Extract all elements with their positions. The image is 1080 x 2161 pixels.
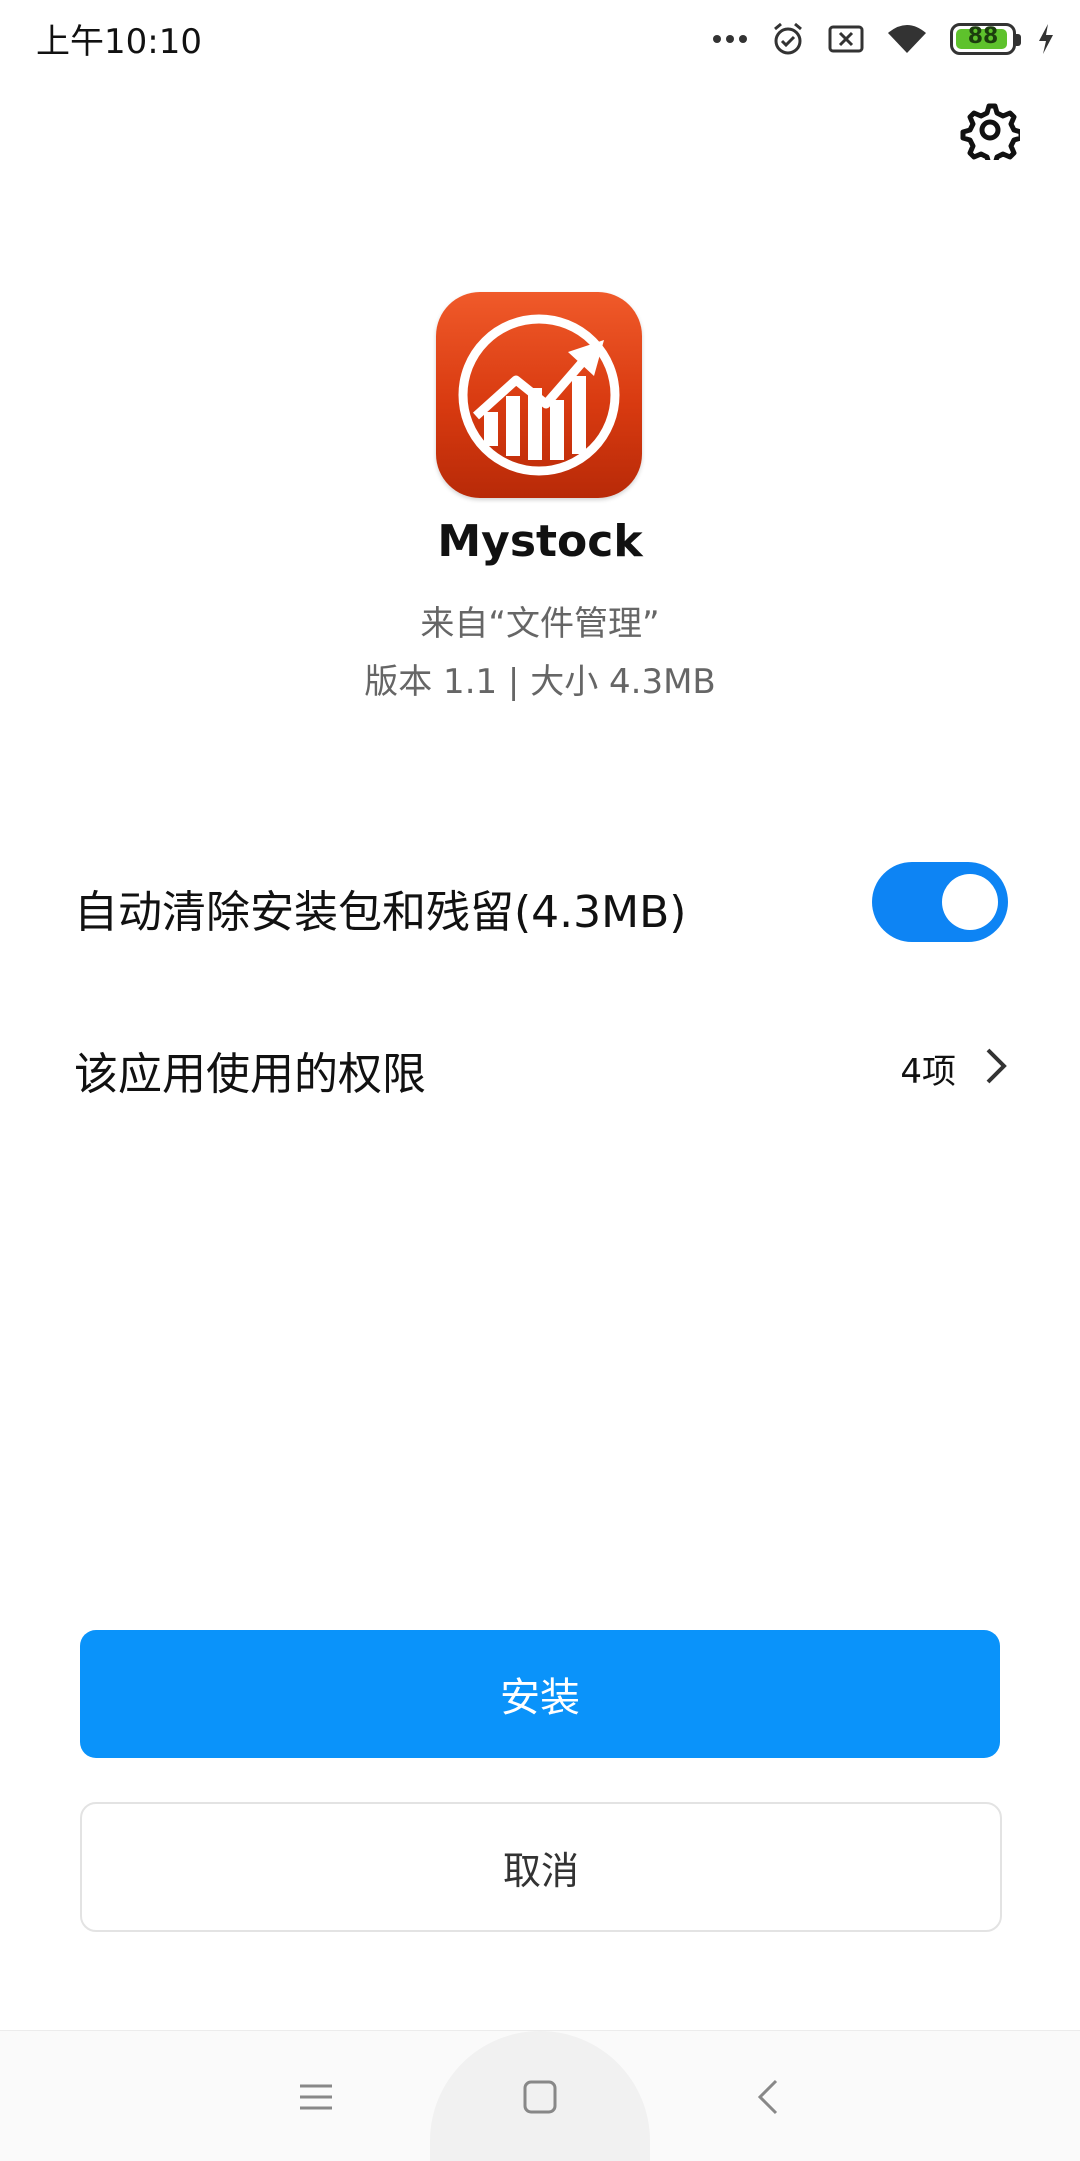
- sim-off-icon: [828, 24, 864, 54]
- battery-level: 88: [967, 24, 999, 49]
- battery-icon: 88: [950, 23, 1021, 55]
- auto-clean-label: 自动清除安装包和残留(4.3MB): [74, 887, 687, 938]
- wifi-icon: [886, 23, 928, 55]
- status-time: 上午10:10: [36, 22, 202, 62]
- home-icon[interactable]: [510, 2067, 570, 2127]
- alarm-icon: [770, 21, 806, 57]
- menu-icon[interactable]: [286, 2067, 346, 2127]
- chevron-right-icon: [984, 1046, 1008, 1090]
- more-dots-icon: [712, 32, 748, 46]
- stock-chart-icon: [458, 314, 620, 476]
- status-icons: 88: [712, 14, 1054, 64]
- cancel-button[interactable]: 取消: [80, 1802, 1002, 1932]
- install-button[interactable]: 安装: [80, 1630, 1000, 1758]
- toggle-knob: [942, 874, 998, 930]
- app-icon: [436, 292, 642, 498]
- app-source: 来自“文件管理”: [420, 604, 660, 644]
- app-name: Mystock: [437, 516, 643, 567]
- auto-clean-row[interactable]: 自动清除安装包和残留(4.3MB): [74, 862, 1008, 944]
- status-bar: 上午10:10 88: [0, 0, 1080, 76]
- auto-clean-toggle[interactable]: [872, 862, 1008, 942]
- navigation-bar: [0, 2030, 1080, 2161]
- permissions-row[interactable]: 该应用使用的权限 4项: [74, 1030, 1008, 1100]
- back-icon[interactable]: [738, 2067, 798, 2127]
- gear-icon[interactable]: [960, 100, 1024, 167]
- permissions-count: 4项: [900, 1052, 956, 1092]
- app-version-size: 版本 1.1 | 大小 4.3MB: [364, 662, 716, 702]
- permissions-label: 该应用使用的权限: [74, 1049, 426, 1100]
- charging-icon: [1038, 24, 1054, 54]
